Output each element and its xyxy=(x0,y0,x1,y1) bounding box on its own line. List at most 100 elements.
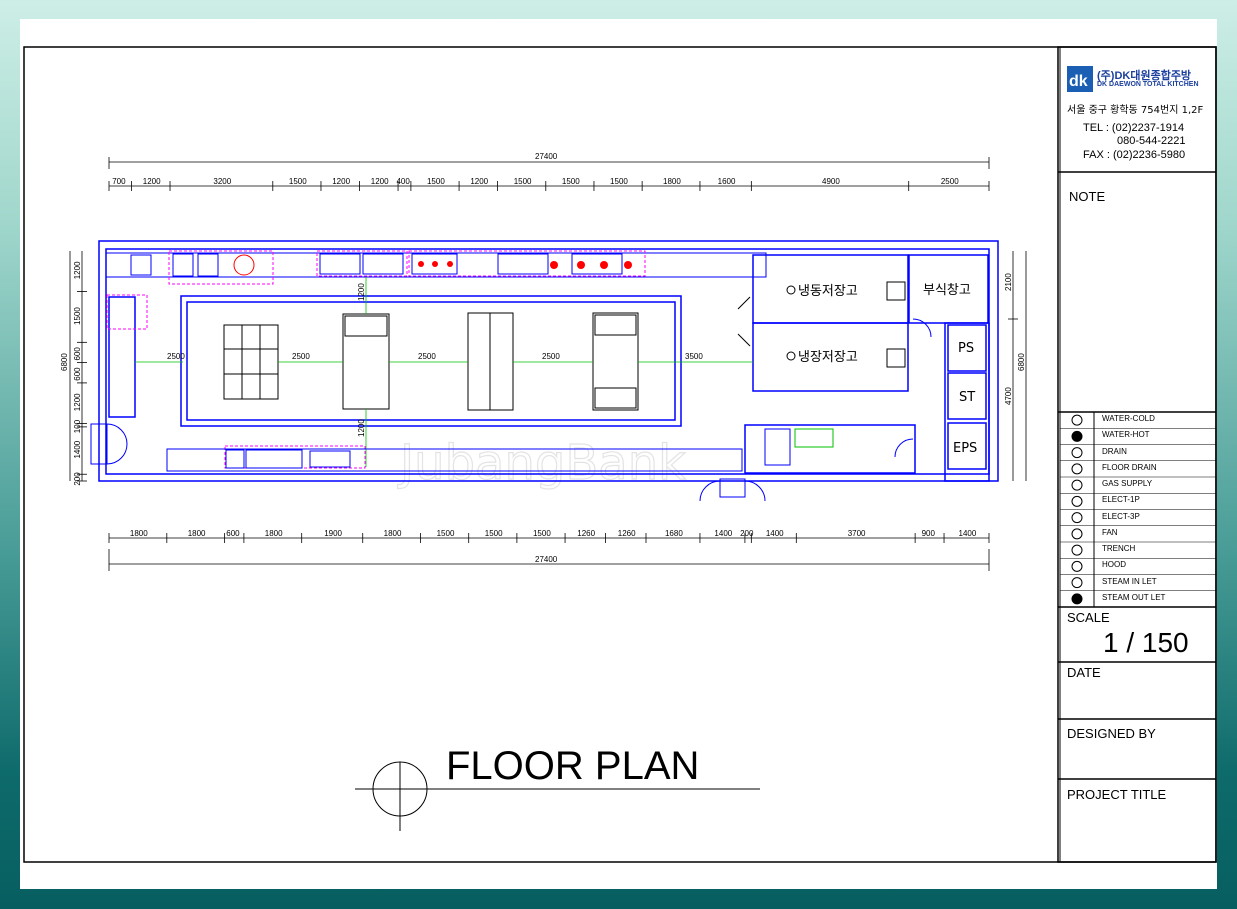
company-tel-alt: 080-544-2221 xyxy=(1117,135,1186,147)
drawing-sheet: JubangBank 27400 700 1200 3200 1500 1200 1200… xyxy=(20,19,1217,889)
top-dim-label: 1600 xyxy=(718,177,736,186)
legend-label: WATER-HOT xyxy=(1102,430,1150,440)
bottom-dim-label: 1900 xyxy=(324,529,342,538)
top-dim-label: 3200 xyxy=(213,177,231,186)
water-hot-icon xyxy=(1071,430,1083,442)
company-tel: TEL : (02)2237-1914 xyxy=(1083,122,1185,134)
room-dry-storage: 부식창고 xyxy=(923,283,971,298)
bottom-dim-label: 1800 xyxy=(188,529,206,538)
hood-icon xyxy=(1071,560,1083,572)
steam-outlet-icon xyxy=(1071,593,1083,605)
left-dim-label: 1200 xyxy=(73,393,82,411)
legend-label: DRAIN xyxy=(1102,446,1127,456)
company-address: 서울 중구 황학동 754번지 1,2F xyxy=(1067,105,1204,116)
bottom-dim-label: 1680 xyxy=(665,529,683,538)
legend-label: TRENCH xyxy=(1102,544,1136,553)
bottom-dim-label: 1400 xyxy=(714,529,732,538)
top-dim-label: 1200 xyxy=(332,177,350,186)
top-dim-label: 1500 xyxy=(610,177,628,186)
top-dim-label: 700 xyxy=(112,177,126,186)
left-dimensions: 6800 1200 1500 600 600 1200 100 1400 200 xyxy=(60,251,87,486)
left-dim-label: 1200 xyxy=(73,261,82,279)
legend-label: ELECT-3P xyxy=(1102,511,1140,521)
designed-by-label: DESIGNED BY xyxy=(1067,726,1156,741)
bottom-dimensions: 1800 1800 600 1800 1900 1800 1500 1500 1500 1260 1… xyxy=(108,529,990,571)
legend-label: FAN xyxy=(1102,527,1118,537)
bottom-dim-label: 1400 xyxy=(959,529,977,538)
scale-value: 1 / 150 xyxy=(1103,627,1189,658)
top-dim-label: 1800 xyxy=(663,177,681,186)
project-title-label: PROJECT TITLE xyxy=(1067,787,1167,802)
bottom-dim-label: 200 xyxy=(740,529,754,538)
left-dim-label: 1400 xyxy=(73,440,82,458)
top-dim-label: 400 xyxy=(396,177,410,186)
left-dim-label: 100 xyxy=(73,419,82,433)
steam-inlet-icon xyxy=(1071,577,1083,589)
bottom-dim-label: 1800 xyxy=(384,529,402,538)
aisle-dim-2: 2500 xyxy=(292,352,310,361)
legend-label: FLOOR DRAIN xyxy=(1102,462,1157,472)
island-equipment xyxy=(223,312,639,411)
right-dimensions: 2100 4700 6800 xyxy=(1004,251,1027,481)
legend-label: STEAM IN LET xyxy=(1102,576,1157,586)
company-name-en: DK DAEWON TOTAL KITCHEN xyxy=(1097,81,1199,88)
burners xyxy=(418,261,632,269)
bottom-dim-label: 1500 xyxy=(485,529,503,538)
dim-right-overall: 6800 xyxy=(1017,353,1026,371)
aisle-dim-v1: 1200 xyxy=(357,283,366,301)
water-cold-icon xyxy=(1071,414,1083,426)
legend-label: GAS SUPPLY xyxy=(1102,479,1153,488)
left-door xyxy=(90,423,128,465)
dim-left-overall: 6800 xyxy=(60,353,69,371)
top-dimensions: 27400 700 1200 3200 1500 1200 1200 400 1500 1200… xyxy=(108,152,990,191)
top-dim-label: 1200 xyxy=(143,177,161,186)
top-dim-label: 2500 xyxy=(941,177,959,186)
trench-icon xyxy=(1071,544,1083,556)
legend-label: WATER-COLD xyxy=(1102,414,1155,423)
room-fridge: 냉장저장고 xyxy=(798,350,858,365)
bottom-dim-label: 1400 xyxy=(766,529,784,538)
bottom-dim-label: 1500 xyxy=(437,529,455,538)
bottom-dim-label: 1800 xyxy=(265,529,283,538)
company-fax: FAX : (02)2236-5980 xyxy=(1083,149,1186,161)
bottom-dim-label: 1800 xyxy=(130,529,148,538)
aisle-dim-4: 2500 xyxy=(542,352,560,361)
aisle-dim-v2: 1200 xyxy=(357,419,366,437)
fan-icon xyxy=(1071,528,1083,540)
elect-3p-icon xyxy=(1071,512,1083,524)
top-dim-label: 1500 xyxy=(289,177,307,186)
room-freezer: 냉동저장고 xyxy=(798,284,858,299)
aisle-dim-3: 2500 xyxy=(418,352,436,361)
left-dim-label: 200 xyxy=(73,472,82,486)
dim-overall-top: 27400 xyxy=(535,152,558,161)
logo-text: dk xyxy=(1069,73,1088,90)
left-dim-label: 600 xyxy=(73,347,82,361)
top-dim-label: 4900 xyxy=(822,177,840,186)
room-st: ST xyxy=(959,390,975,405)
note-label: NOTE xyxy=(1069,189,1106,204)
bottom-dim-label: 3700 xyxy=(848,529,866,538)
bottom-dim-label: 900 xyxy=(922,529,936,538)
dim-right-b: 4700 xyxy=(1004,387,1013,405)
top-dim-label: 1200 xyxy=(371,177,389,186)
gas-supply-icon xyxy=(1071,479,1083,491)
top-dim-label: 1500 xyxy=(514,177,532,186)
floor-plan-drawing: JubangBank 27400 700 1200 3200 1500 1200 1200… xyxy=(23,46,1217,863)
bottom-dim-label: 600 xyxy=(226,529,240,538)
aisle-dim-1: 2500 xyxy=(167,352,185,361)
legend-label: ELECT-1P xyxy=(1102,495,1140,505)
left-dim-label: 600 xyxy=(73,367,82,381)
elect-1p-icon xyxy=(1071,495,1083,507)
top-dim-label: 1200 xyxy=(470,177,488,186)
watermark: JubangBank xyxy=(397,435,686,491)
top-dim-label: 1500 xyxy=(562,177,580,186)
dim-right-a: 2100 xyxy=(1004,273,1013,291)
room-eps: EPS xyxy=(953,441,977,456)
bottom-dim-label: 1260 xyxy=(618,529,636,538)
drain-icon xyxy=(1071,447,1083,459)
aisle-dim-5: 3500 xyxy=(685,352,703,361)
floor-drain-icon xyxy=(1071,463,1083,475)
left-dim-label: 1500 xyxy=(73,307,82,325)
room-ps: PS xyxy=(958,341,974,356)
dim-overall-bottom: 27400 xyxy=(535,555,558,564)
